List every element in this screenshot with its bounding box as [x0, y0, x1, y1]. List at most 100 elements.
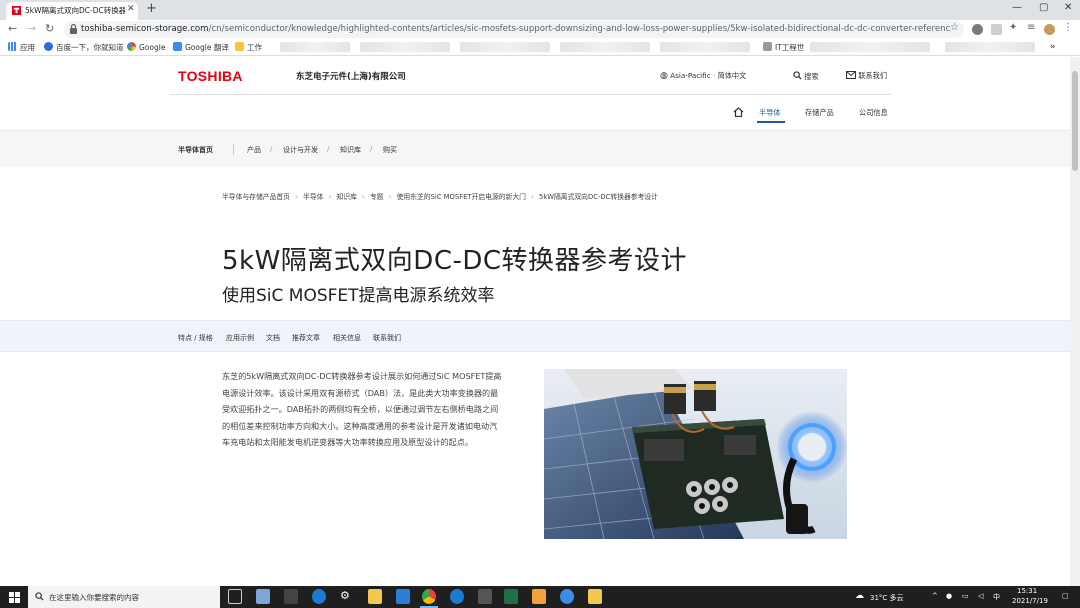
category-nav-semiconductor[interactable]: 半导体 [759, 108, 781, 118]
edge-icon[interactable] [450, 589, 464, 604]
bookmarks-bar: 应用 百度一下，你就知道 Google Google 翻译 工作 IT工程世 » [0, 39, 1080, 56]
weather-cloud-icon[interactable]: ☁ [855, 591, 864, 601]
app-icon[interactable] [478, 589, 492, 604]
edge-icon[interactable] [312, 589, 326, 604]
close-tab-icon[interactable]: ✕ [127, 4, 135, 14]
app-icon[interactable] [560, 589, 574, 604]
bookmarks-overflow-icon[interactable]: » [1050, 42, 1056, 52]
toshiba-logo[interactable]: TOSHIBA [178, 68, 243, 84]
extension-icon[interactable] [991, 24, 1002, 35]
anchor-related[interactable]: 相关信息 [333, 333, 361, 343]
bookmark-baidu[interactable]: 百度一下，你就知道 [44, 42, 124, 53]
sub-nav-design[interactable]: 设计与开发 [283, 145, 318, 155]
category-nav-storage[interactable]: 存储产品 [805, 108, 834, 118]
close-window-icon[interactable]: ✕ [1064, 2, 1072, 13]
apps-grid-icon [8, 42, 17, 51]
sub-nav-products[interactable]: 产品 [247, 145, 261, 155]
anchor-recommended[interactable]: 推荐文章 [292, 333, 320, 343]
contact-label: 联系我们 [858, 71, 888, 80]
maximize-icon[interactable]: ▢ [1039, 2, 1048, 13]
home-icon[interactable] [733, 107, 744, 117]
file-explorer-icon[interactable] [368, 589, 382, 604]
windows-start-icon[interactable] [9, 592, 20, 603]
breadcrumb: 半导体与存储产品首页 › 半导体 › 知识库 › 专题 › 使用东芝的SiC M… [222, 191, 658, 201]
sub-nav-knowledge[interactable]: 知识库 [340, 145, 361, 155]
app-icon[interactable] [284, 589, 298, 604]
clock-time[interactable]: 15:31 [1017, 587, 1037, 595]
app-icon[interactable] [532, 589, 546, 604]
sticky-notes-icon[interactable] [588, 589, 602, 604]
network-icon[interactable]: ▭ [962, 592, 969, 600]
intro-line: 车充电站和太阳能发电机逆变器等大功率转换应用及原型设计的起点。 [222, 437, 473, 448]
calculator-icon[interactable] [256, 589, 270, 604]
bookmark-apps[interactable]: 应用 [8, 42, 35, 53]
blurred-bookmark[interactable] [660, 42, 750, 52]
anchor-features[interactable]: 特点 / 规格 [178, 333, 213, 343]
region-selector[interactable]: ◍ Asia-Pacific · 简体中文 [660, 71, 746, 81]
tray-chevron-up-icon[interactable]: ^ [932, 592, 938, 600]
breadcrumb-item[interactable]: 使用东芝的SiC MOSFET开启电源的新大门 [397, 193, 526, 201]
mail-icon[interactable] [396, 589, 410, 604]
puzzle-icon[interactable]: ✦ [1009, 22, 1020, 33]
address-bar[interactable]: toshiba-semicon-storage.com/cn/semicondu… [64, 21, 964, 38]
blurred-bookmark[interactable] [810, 42, 930, 52]
sub-nav-home[interactable]: 半导体首页 [178, 145, 213, 155]
weather-label[interactable]: 31°C 多云 [870, 593, 904, 603]
intro-line: 东芝的5kW隔离式双向DC-DC转换器参考设计展示如何通过SiC MOSFET提… [222, 371, 502, 381]
settings-gear-icon[interactable]: ⚙ [340, 589, 354, 604]
anchor-documents[interactable]: 文档 [266, 333, 280, 343]
browser-tab[interactable]: 5kW隔离式双向DC-DC转换器参 ✕ [6, 2, 138, 20]
intro-line: 电源设计效率。该设计采用双有源桥式（DAB）法，是此类大功率变换器的最 [222, 387, 499, 398]
category-nav-company[interactable]: 公司信息 [859, 108, 888, 118]
blurred-bookmark[interactable] [280, 42, 350, 52]
taskbar-search-box[interactable]: 在这里输入你要搜索的内容 [28, 586, 220, 608]
blurred-bookmark[interactable] [460, 42, 550, 52]
anchor-contact[interactable]: 联系我们 [373, 333, 401, 343]
blurred-bookmark[interactable] [360, 42, 450, 52]
tray-app-icon[interactable]: ● [946, 592, 952, 600]
new-tab-icon[interactable]: + [146, 1, 157, 16]
ime-icon[interactable]: 中 [993, 592, 1000, 602]
contact-link[interactable]: 联系我们 [846, 71, 887, 81]
bookmark-google[interactable]: Google [127, 42, 165, 52]
search-icon [35, 592, 44, 601]
menu-dots-icon[interactable]: ⋮ [1063, 22, 1074, 33]
blurred-bookmark[interactable] [560, 42, 650, 52]
volume-icon[interactable]: ◁ [978, 592, 983, 600]
breadcrumb-item[interactable]: 半导体 [303, 193, 323, 201]
extension-icon[interactable] [972, 24, 983, 35]
blurred-bookmark[interactable] [945, 42, 1035, 52]
anchor-applications[interactable]: 应用示例 [226, 333, 254, 343]
chevron-right-icon: › [328, 193, 332, 201]
anchor-nav-bar [0, 320, 1070, 352]
folder-icon [235, 42, 244, 51]
baidu-paw-icon [44, 42, 53, 51]
breadcrumb-item[interactable]: 知识库 [336, 193, 356, 201]
sub-nav-buy[interactable]: 购买 [383, 145, 397, 155]
search-link[interactable]: 搜索 [793, 71, 819, 82]
chrome-icon[interactable] [422, 589, 436, 604]
breadcrumb-item[interactable]: 半导体与存储产品首页 [222, 193, 290, 201]
reading-list-icon[interactable]: ≡ [1027, 22, 1038, 33]
forward-icon[interactable]: → [27, 22, 36, 35]
notification-icon[interactable]: ▢ [1062, 592, 1069, 600]
bookmark-it[interactable]: IT工程世 [763, 42, 804, 53]
intro-paragraph: 东芝的5kW隔离式双向DC-DC转换器参考设计展示如何通过SiC MOSFET提… [222, 368, 538, 451]
task-view-icon[interactable] [228, 589, 242, 604]
reload-icon[interactable]: ↻ [45, 22, 54, 35]
breadcrumb-item[interactable]: 专题 [370, 193, 384, 201]
page-title: 5kW隔离式双向DC-DC转换器参考设计 [222, 246, 688, 276]
star-icon[interactable]: ☆ [950, 22, 961, 33]
bookmark-folder-work[interactable]: 工作 [235, 42, 262, 53]
clock-date[interactable]: 2021/7/19 [1012, 597, 1048, 605]
back-icon[interactable]: ← [8, 22, 17, 35]
chevron-right-icon: › [531, 193, 534, 201]
scrollbar-thumb[interactable] [1072, 71, 1078, 171]
avatar[interactable] [1044, 24, 1055, 35]
minimize-icon[interactable]: — [1012, 2, 1022, 13]
excel-icon[interactable] [504, 589, 518, 604]
page-scrollbar[interactable] [1070, 57, 1080, 586]
tab-title: 5kW隔离式双向DC-DC转换器参 [25, 6, 125, 15]
bookmark-google-translate[interactable]: Google 翻译 [173, 42, 229, 53]
separator: / [370, 145, 373, 153]
